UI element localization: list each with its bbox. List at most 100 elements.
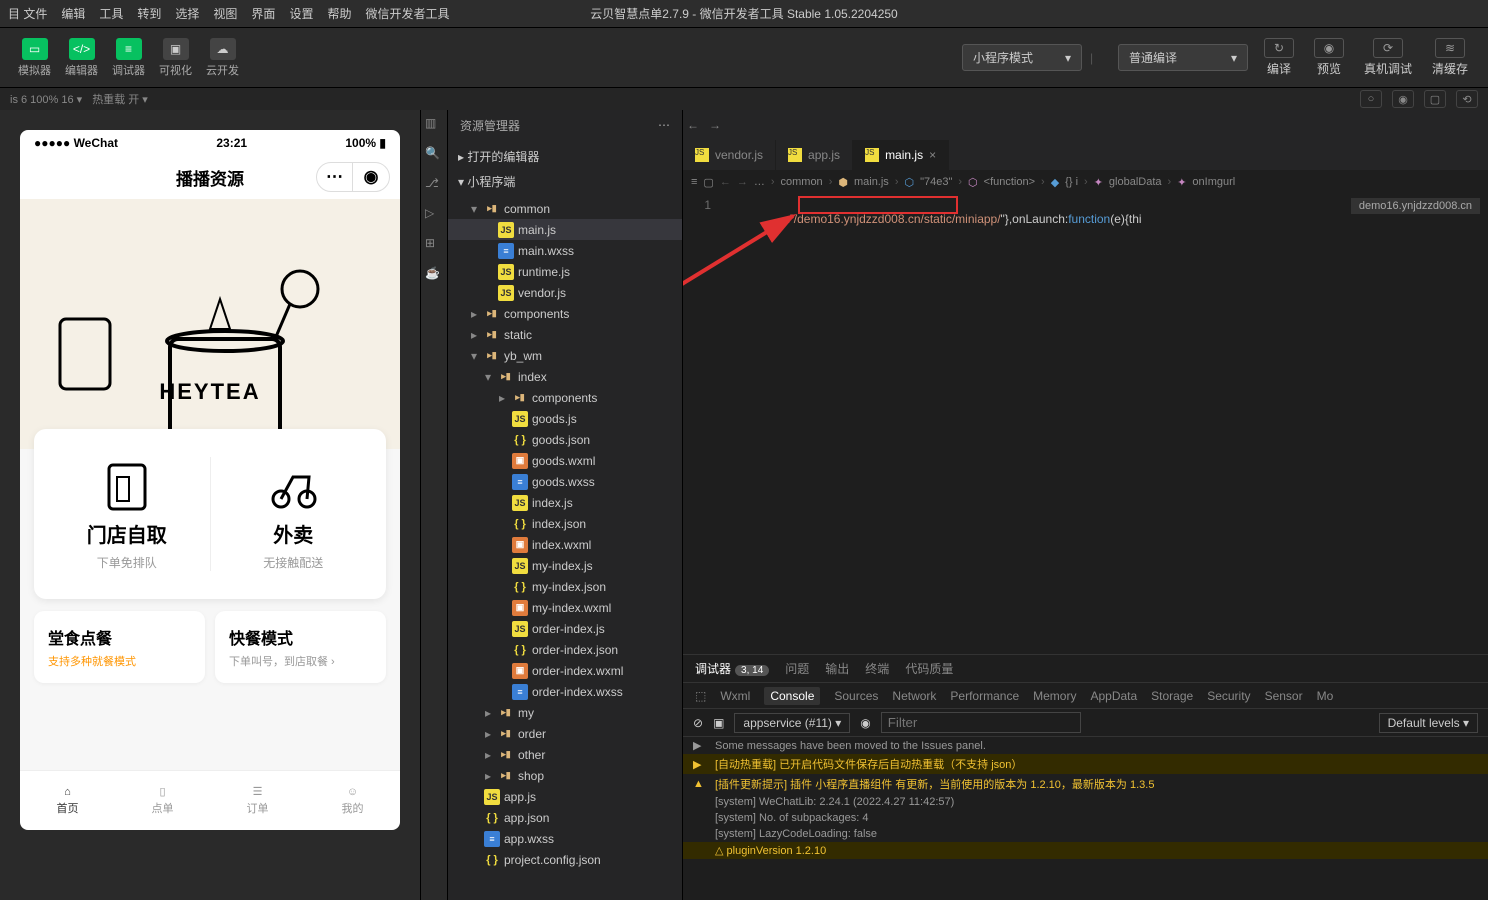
- tab-home[interactable]: ⌂首页: [20, 771, 115, 830]
- file-item[interactable]: JSmy-index.js: [448, 555, 682, 576]
- file-item[interactable]: ≡app.wxss: [448, 828, 682, 849]
- close-icon[interactable]: ◉: [353, 163, 389, 191]
- remote-debug-button[interactable]: ⟳真机调试: [1356, 36, 1420, 79]
- breadcrumb[interactable]: ≡ ▢ ←→ …› common› ⬢main.js› ⬡"74e3"› ⬡<f…: [683, 170, 1488, 194]
- dbg-tab-problems[interactable]: 问题: [785, 660, 809, 677]
- folder-item[interactable]: ▸▸▮components: [448, 303, 682, 324]
- file-item[interactable]: JSvendor.js: [448, 282, 682, 303]
- eye-icon[interactable]: ◉: [860, 716, 870, 730]
- file-item[interactable]: JSruntime.js: [448, 261, 682, 282]
- tab-order[interactable]: ▯点单: [115, 771, 210, 830]
- dbg-tab-output[interactable]: 输出: [825, 660, 849, 677]
- devtool-tab[interactable]: AppData: [1090, 689, 1137, 703]
- delivery-card[interactable]: 外卖 无接触配送: [211, 457, 377, 571]
- devtool-tab[interactable]: Performance: [950, 689, 1019, 703]
- open-editors-section[interactable]: ▸ 打开的编辑器: [448, 144, 682, 169]
- tab-orders[interactable]: ☰订单: [210, 771, 305, 830]
- file-item[interactable]: { }project.config.json: [448, 849, 682, 870]
- clear-icon[interactable]: ⊘: [693, 716, 703, 730]
- menu-item[interactable]: 视图: [213, 5, 237, 22]
- back-icon[interactable]: ←: [687, 118, 699, 132]
- devtool-tab[interactable]: Memory: [1033, 689, 1076, 703]
- folder-item[interactable]: ▾▸▮index: [448, 366, 682, 387]
- file-item[interactable]: ▣index.wxml: [448, 534, 682, 555]
- screenshot-icon[interactable]: ▢: [1424, 90, 1446, 108]
- file-item[interactable]: JSmain.js: [448, 219, 682, 240]
- devtool-tab[interactable]: Sources: [834, 689, 878, 703]
- clear-cache-button[interactable]: ≋清缓存: [1424, 36, 1476, 79]
- menu-item[interactable]: 界面: [251, 5, 275, 22]
- file-item[interactable]: ≡goods.wxss: [448, 471, 682, 492]
- editor-tab[interactable]: JSvendor.js: [683, 140, 776, 170]
- pickup-card[interactable]: 门店自取 下单免排队: [44, 457, 211, 571]
- debugger-toggle[interactable]: ≡调试器: [106, 34, 151, 82]
- record-icon[interactable]: ○: [1360, 90, 1382, 108]
- file-item[interactable]: ▣goods.wxml: [448, 450, 682, 471]
- devtool-tab[interactable]: Sensor: [1265, 689, 1303, 703]
- file-item[interactable]: JSapp.js: [448, 786, 682, 807]
- devtool-tab[interactable]: Storage: [1151, 689, 1193, 703]
- record-icon[interactable]: ◉: [1392, 90, 1414, 108]
- menu-item[interactable]: 微信开发者工具: [365, 5, 449, 22]
- file-item[interactable]: { }order-index.json: [448, 639, 682, 660]
- close-icon[interactable]: ×: [929, 148, 936, 162]
- branch-icon[interactable]: ⎇: [425, 176, 443, 194]
- cloud-toggle[interactable]: ☁云开发: [200, 34, 245, 82]
- context-select[interactable]: appservice (#11) ▾: [734, 713, 850, 733]
- dinein-card[interactable]: 堂食点餐 支持多种就餐模式: [34, 611, 205, 683]
- devtool-tab[interactable]: Security: [1207, 689, 1250, 703]
- menu-item[interactable]: 目 文件: [8, 5, 47, 22]
- folder-item[interactable]: ▸▸▮components: [448, 387, 682, 408]
- file-item[interactable]: { }app.json: [448, 807, 682, 828]
- menu-item[interactable]: 编辑: [61, 5, 85, 22]
- menu-item[interactable]: 帮助: [327, 5, 351, 22]
- filter-input[interactable]: [881, 712, 1081, 733]
- tab-mine[interactable]: ☺我的: [305, 771, 400, 830]
- files-icon[interactable]: ▥: [425, 116, 443, 134]
- file-item[interactable]: { }my-index.json: [448, 576, 682, 597]
- devtool-tab[interactable]: Console: [764, 687, 820, 705]
- folder-item[interactable]: ▸▸▮my: [448, 702, 682, 723]
- folder-item[interactable]: ▾▸▮common: [448, 198, 682, 219]
- zoom-status[interactable]: is 6 100% 16 ▾: [10, 93, 82, 106]
- dbg-tab-quality[interactable]: 代码质量: [905, 660, 953, 677]
- file-item[interactable]: { }goods.json: [448, 429, 682, 450]
- rotate-icon[interactable]: ⟲: [1456, 90, 1478, 108]
- file-item[interactable]: ≡order-index.wxss: [448, 681, 682, 702]
- visual-toggle[interactable]: ▣可视化: [153, 34, 198, 82]
- dbg-tab-terminal[interactable]: 终端: [865, 660, 889, 677]
- code-editor[interactable]: 1 :/'/demo16.ynjdzzd008.cn/static/miniap…: [683, 194, 1488, 654]
- devtool-tab[interactable]: Mo: [1317, 689, 1334, 703]
- more-icon[interactable]: ⋯: [658, 118, 670, 132]
- devtool-tab[interactable]: Network: [892, 689, 936, 703]
- console-output[interactable]: ▶Some messages have been moved to the Is…: [683, 737, 1488, 900]
- project-root[interactable]: ▾ 小程序端: [448, 169, 682, 194]
- folder-item[interactable]: ▸▸▮static: [448, 324, 682, 345]
- compile-button[interactable]: ↻编译: [1256, 36, 1302, 79]
- inspect-icon[interactable]: ⬚: [695, 689, 706, 703]
- file-item[interactable]: ▣order-index.wxml: [448, 660, 682, 681]
- folder-item[interactable]: ▸▸▮order: [448, 723, 682, 744]
- file-item[interactable]: JSindex.js: [448, 492, 682, 513]
- file-item[interactable]: { }index.json: [448, 513, 682, 534]
- file-item[interactable]: ▣my-index.wxml: [448, 597, 682, 618]
- cup-icon[interactable]: ☕: [425, 266, 443, 284]
- capsule-button[interactable]: ⋯◉: [316, 162, 390, 192]
- menu-item[interactable]: 工具: [99, 5, 123, 22]
- compile-select[interactable]: 普通编译▾: [1118, 44, 1248, 71]
- simulator-toggle[interactable]: ▭模拟器: [12, 34, 57, 82]
- menu-item[interactable]: 选择: [175, 5, 199, 22]
- file-item[interactable]: JSorder-index.js: [448, 618, 682, 639]
- folder-item[interactable]: ▸▸▮shop: [448, 765, 682, 786]
- devtool-tab[interactable]: Wxml: [720, 689, 750, 703]
- menu-item[interactable]: 设置: [289, 5, 313, 22]
- editor-tab[interactable]: JSapp.js: [776, 140, 853, 170]
- file-item[interactable]: ≡main.wxss: [448, 240, 682, 261]
- levels-select[interactable]: Default levels ▾: [1379, 713, 1478, 733]
- fastfood-card[interactable]: 快餐模式 下单叫号，到店取餐 ›: [215, 611, 386, 683]
- editor-toggle[interactable]: </>编辑器: [59, 34, 104, 82]
- fwd-icon[interactable]: →: [709, 118, 721, 132]
- folder-item[interactable]: ▾▸▮yb_wm: [448, 345, 682, 366]
- hot-reload-status[interactable]: 热重载 开 ▾: [92, 91, 148, 107]
- more-icon[interactable]: ⋯: [317, 163, 353, 191]
